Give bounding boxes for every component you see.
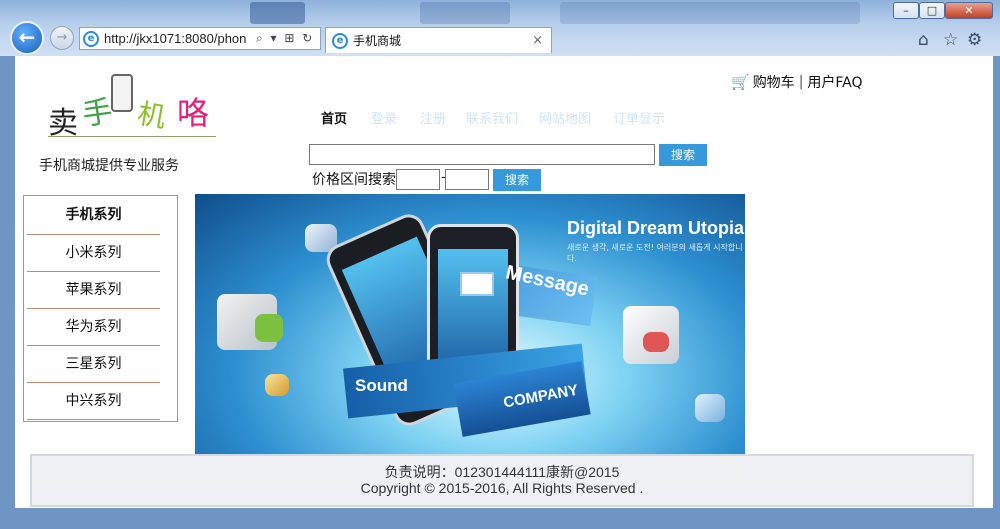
tab-shop[interactable]: e 手机商城 × (325, 27, 552, 53)
cart-link[interactable]: 购物车 (753, 72, 795, 92)
price-min-input[interactable] (396, 169, 440, 190)
site-logo[interactable]: 卖 手 机 咯 (45, 74, 220, 141)
sidebar-item-zte[interactable]: 中兴系列 (27, 383, 160, 420)
banner-title: Digital Dream Utopia (567, 218, 745, 238)
nav-orders[interactable]: 订单显示 (613, 108, 665, 127)
promo-banner[interactable]: Message Sound COMPANY Digital Dream Utop… (195, 194, 745, 454)
link-separator: | (798, 74, 804, 90)
sidebar-item-samsung[interactable]: 三星系列 (27, 346, 160, 383)
taskbar-ghost (250, 2, 305, 24)
sidebar-category-list: 手机系列 小米系列 苹果系列 华为系列 三星系列 中兴系列 (23, 195, 178, 422)
footer-copyright: Copyright © 2015-2016, All Rights Reserv… (360, 480, 644, 496)
logo-char-2: 手 (80, 94, 115, 133)
favorites-star-icon[interactable]: ☆ (943, 30, 958, 50)
forward-arrow-icon[interactable]: → (50, 26, 74, 50)
browser-chrome: – □ ✕ ← → e http://jkx1071:8080/phon ⌕ ▾… (0, 0, 1000, 56)
ie-logo-icon: e (83, 30, 99, 47)
gear-icon[interactable]: ⚙ (967, 30, 982, 50)
green-cube-icon (255, 314, 283, 342)
top-links: 🛒 购物车 | 用户FAQ (731, 72, 863, 92)
banner-subtitle: 새로운 생각, 새로운 도전! 여러분의 새롭게 시작합니다. (567, 243, 743, 263)
footer-responsibility: 负责说明：012301444111康新@2015 (384, 464, 620, 480)
nav-contact[interactable]: 联系我们 (466, 108, 518, 127)
sidebar-item-huawei[interactable]: 华为系列 (27, 309, 160, 346)
nav-home[interactable]: 首页 (321, 108, 347, 127)
page-footer: 负责说明：012301444111康新@2015 Copyright © 201… (30, 454, 974, 507)
logo-underline (48, 136, 216, 137)
search-input[interactable] (309, 144, 655, 165)
site-slogan: 手机商城提供专业服务 (39, 158, 179, 174)
floating-cube-icon (695, 394, 725, 422)
search-button[interactable]: 搜索 (659, 144, 707, 166)
price-search-button[interactable]: 搜索 (493, 169, 541, 191)
nav-login[interactable]: 登录 (371, 108, 397, 127)
nav-sitemap[interactable]: 网站地图 (539, 108, 591, 127)
back-arrow-icon[interactable]: ← (10, 21, 44, 55)
banner-sound-text: Sound (355, 376, 408, 395)
taskbar-ghost (420, 2, 510, 24)
shopping-cart-icon[interactable]: 🛒 (731, 73, 750, 91)
price-range-label: 价格区间搜索 (312, 172, 396, 188)
sidebar-title: 手机系列 (27, 196, 160, 235)
maximize-button[interactable]: □ (919, 2, 945, 19)
address-bar[interactable]: e http://jkx1071:8080/phon ⌕ ▾ ⊞ ↻ (79, 27, 321, 50)
envelope-icon (460, 272, 494, 296)
price-max-input[interactable] (445, 169, 489, 190)
minimize-button[interactable]: – (893, 2, 919, 19)
floating-cube-icon (265, 374, 289, 396)
home-icon[interactable]: ⌂ (918, 30, 929, 50)
sidebar-item-xiaomi[interactable]: 小米系列 (27, 235, 160, 272)
sidebar-item-apple[interactable]: 苹果系列 (27, 272, 160, 309)
phone-logo-icon (111, 74, 133, 112)
tab-title: 手机商城 (353, 34, 402, 48)
address-tools-icons[interactable]: ⌕ ▾ ⊞ ↻ (256, 31, 314, 46)
logo-char-3: 机 (135, 96, 169, 135)
web-page: 卖 手 机 咯 手机商城提供专业服务 🛒 购物车 | 用户FAQ 首页 登录 注… (15, 56, 993, 508)
logo-char-4: 咯 (177, 94, 210, 132)
nav-register[interactable]: 注册 (420, 108, 446, 127)
close-window-button[interactable]: ✕ (945, 2, 993, 19)
taskbar-ghost (560, 2, 860, 24)
plant-cube-icon (643, 332, 669, 352)
tab-close-icon[interactable]: × (532, 33, 543, 48)
address-url[interactable]: http://jkx1071:8080/phon (104, 31, 254, 46)
ie-logo-icon: e (332, 32, 348, 49)
faq-link[interactable]: 用户FAQ (807, 72, 862, 92)
